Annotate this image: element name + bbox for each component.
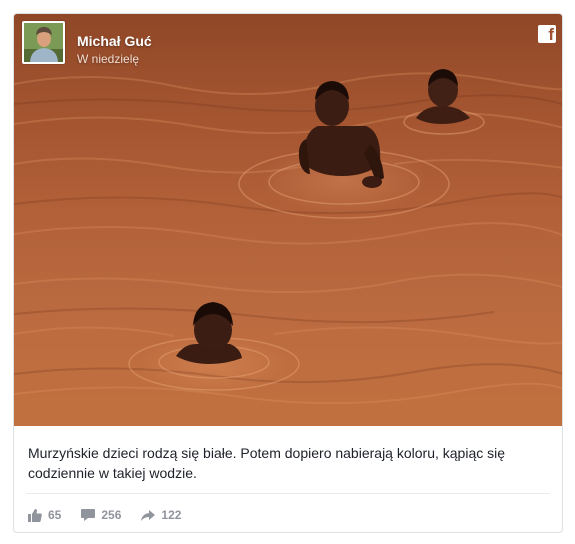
photo-scene [14, 69, 562, 405]
post-timestamp[interactable]: W niedzielę [77, 52, 139, 66]
likes-count[interactable]: 65 [28, 508, 61, 522]
thumbs-up-icon [28, 509, 42, 522]
avatar-photo [24, 23, 63, 62]
post-photo[interactable]: Michał Guć W niedzielę f [14, 14, 562, 426]
post-caption: Murzyńskie dzieci rodzą się białe. Potem… [28, 445, 506, 481]
likes-value: 65 [48, 508, 62, 522]
facebook-icon[interactable]: f [538, 25, 556, 44]
avatar-person-icon [24, 23, 63, 62]
comments-value: 256 [101, 508, 122, 522]
shares-count[interactable]: 122 [141, 508, 181, 522]
author-name[interactable]: Michał Guć [77, 33, 152, 49]
comment-icon [81, 509, 96, 521]
child-figure-center [298, 81, 384, 188]
engagement-stats: 65 256 122 [28, 505, 201, 525]
share-arrow-icon [141, 510, 156, 521]
comments-count[interactable]: 256 [81, 508, 121, 522]
post-card: Michał Guć W niedzielę f Murzyńskie dzie… [13, 13, 563, 533]
divider [26, 493, 550, 494]
avatar[interactable] [22, 21, 65, 64]
shares-value: 122 [161, 508, 182, 522]
child-figure-front [176, 302, 242, 364]
